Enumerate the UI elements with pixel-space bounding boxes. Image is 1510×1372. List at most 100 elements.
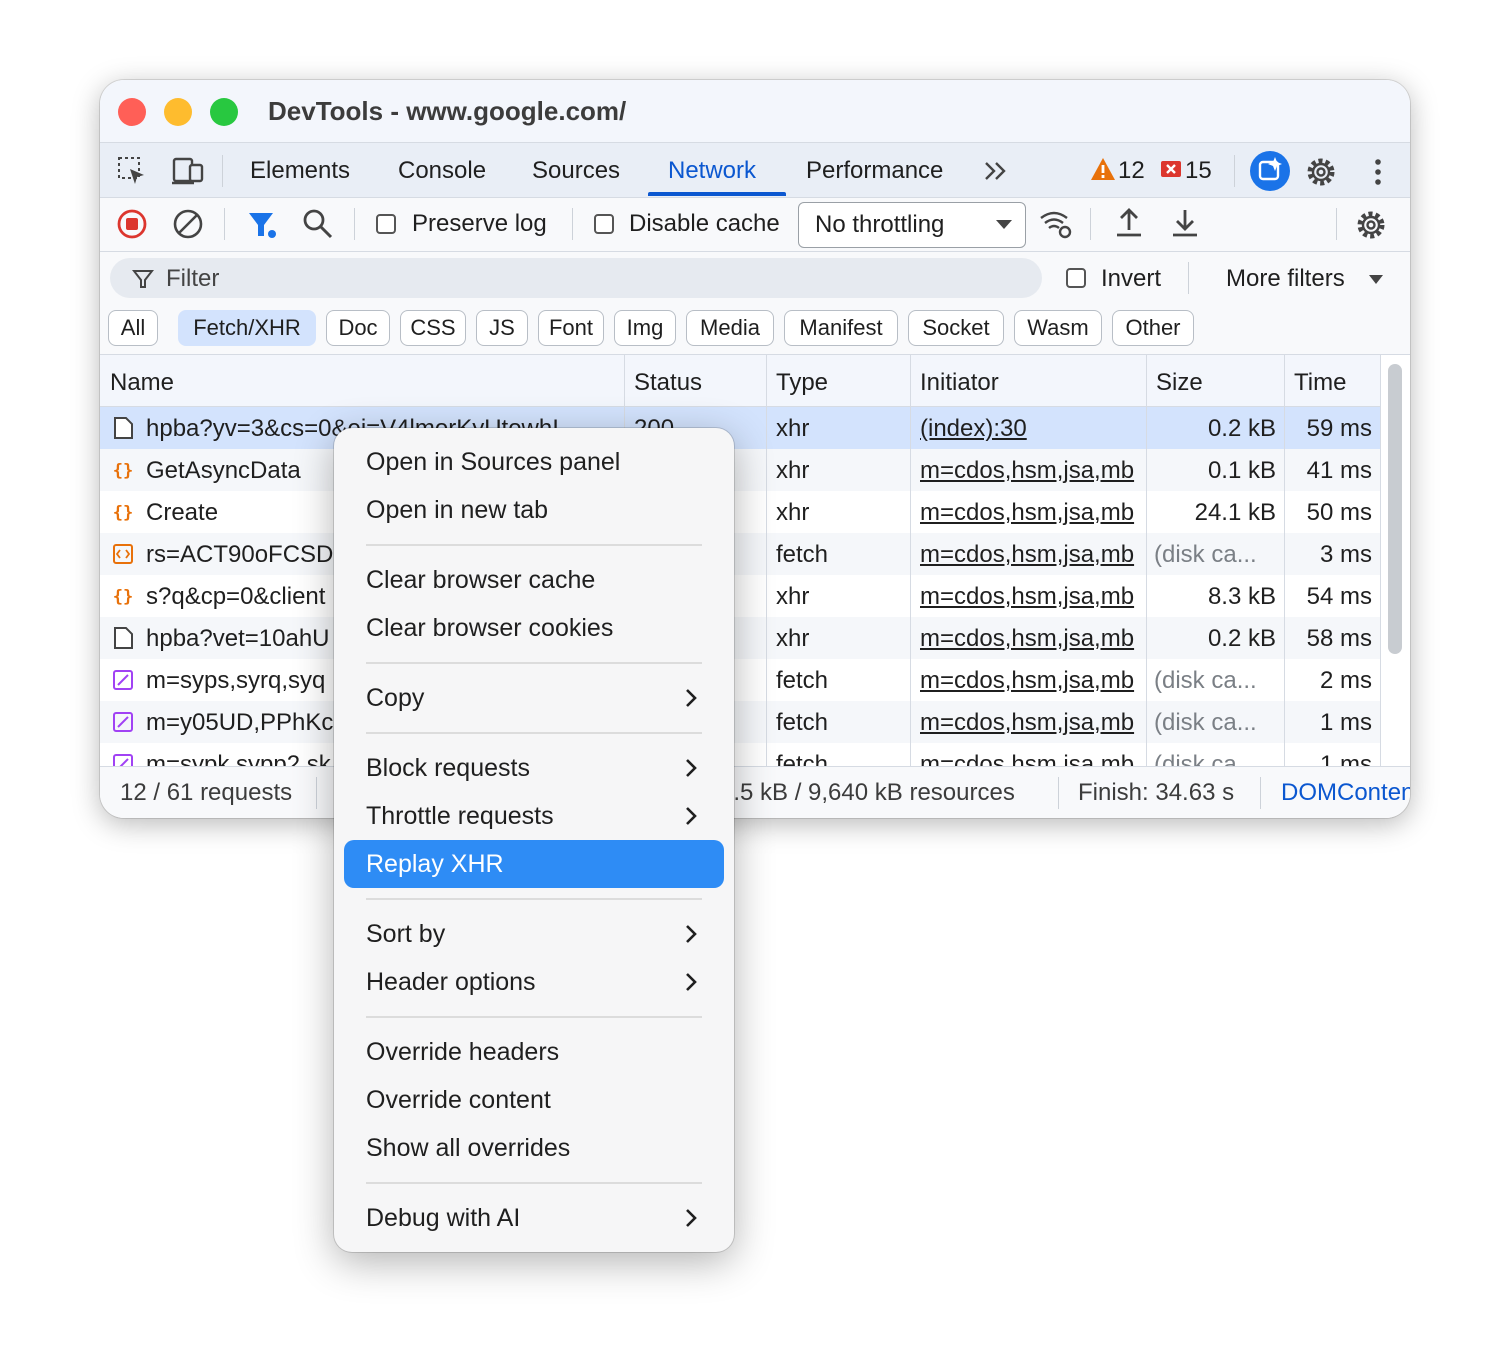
error-count[interactable]: 15 bbox=[1185, 157, 1212, 185]
table-row[interactable]: rs=ACT90oFCSD fetch m=cdos,hsm,jsa,mb (disk… bbox=[100, 533, 1380, 575]
table-row[interactable]: hpba?yv=3&cs=0&ei=V4lmorKyUtowhI200xhr(i… bbox=[100, 407, 1380, 449]
request-initiator[interactable]: m=cdos,hsm,jsa,mb bbox=[920, 541, 1146, 569]
inspect-element-icon[interactable] bbox=[116, 155, 148, 187]
column-type[interactable]: Type bbox=[776, 369, 828, 397]
stop-recording-icon[interactable] bbox=[116, 208, 148, 240]
tab-performance[interactable]: Performance bbox=[806, 157, 943, 185]
filter-chip-font[interactable]: Font bbox=[538, 310, 604, 346]
device-toolbar-icon[interactable] bbox=[170, 155, 206, 187]
menu-debug-with-ai[interactable]: Debug with AI bbox=[366, 1204, 520, 1233]
menu-header-options[interactable]: Header options bbox=[366, 968, 536, 997]
table-row[interactable]: {} Create xhr m=cdos,hsm,jsa,mb 24.1 kB 50 ms bbox=[100, 491, 1380, 533]
request-initiator[interactable]: m=cdos,hsm,jsa,mb bbox=[920, 667, 1146, 695]
preserve-log-checkbox[interactable] bbox=[376, 214, 396, 234]
table-row[interactable]: m=y05UD,PPhKc fetch m=cdos,hsm,jsa,mb (disk… bbox=[100, 701, 1380, 743]
request-initiator[interactable]: (index):30 bbox=[920, 415, 1146, 443]
menu-block-requests[interactable]: Block requests bbox=[366, 754, 530, 783]
request-time: 2 ms bbox=[1319, 667, 1372, 694]
tab-console[interactable]: Console bbox=[398, 157, 486, 185]
filter-chip-fetch-xhr[interactable]: Fetch/XHR bbox=[178, 310, 316, 346]
filter-chip-img[interactable]: Img bbox=[614, 310, 676, 346]
ai-assistance-icon[interactable] bbox=[1248, 149, 1292, 193]
request-initiator[interactable]: m=cdos,hsm,jsa,mb bbox=[920, 457, 1146, 485]
menu-open-in-sources[interactable]: Open in Sources panel bbox=[366, 448, 620, 477]
filter-funnel-icon[interactable] bbox=[246, 208, 280, 242]
throttling-select[interactable]: No throttling bbox=[798, 202, 1026, 248]
filter-chip-media[interactable]: Media bbox=[686, 310, 774, 346]
column-time[interactable]: Time bbox=[1294, 369, 1346, 397]
request-initiator[interactable]: m=cdos,hsm,jsa,mb bbox=[920, 499, 1146, 527]
more-tabs-icon[interactable] bbox=[982, 159, 1010, 183]
menu-sort-by[interactable]: Sort by bbox=[366, 920, 445, 949]
request-size: 8.3 kB bbox=[1207, 583, 1276, 610]
request-size: (disk ca... bbox=[1154, 541, 1257, 568]
export-har-icon[interactable] bbox=[1170, 206, 1200, 240]
filter-chip-manifest[interactable]: Manifest bbox=[784, 310, 898, 346]
menu-throttle-requests[interactable]: Throttle requests bbox=[366, 802, 554, 831]
toolbar-separator bbox=[354, 208, 355, 240]
tab-network[interactable]: Network bbox=[668, 157, 756, 185]
resources-size: 2.5 kB / 9,640 kB resources bbox=[720, 779, 1015, 806]
menu-replay-xhr[interactable]: Replay XHR bbox=[366, 850, 504, 879]
menu-open-in-new-tab[interactable]: Open in new tab bbox=[366, 496, 548, 525]
menu-separator bbox=[366, 732, 702, 734]
filter-chip-socket[interactable]: Socket bbox=[908, 310, 1004, 346]
filter-chip-all[interactable]: All bbox=[108, 310, 158, 346]
more-filters-dropdown-icon[interactable] bbox=[1368, 274, 1384, 286]
invert-checkbox[interactable] bbox=[1066, 268, 1086, 288]
request-initiator[interactable]: m=cdos,hsm,jsa,mb bbox=[920, 583, 1146, 611]
more-filters-button[interactable]: More filters bbox=[1226, 265, 1345, 293]
column-initiator[interactable]: Initiator bbox=[920, 369, 999, 397]
disable-cache-checkbox[interactable] bbox=[594, 214, 614, 234]
network-settings-gear-icon[interactable] bbox=[1354, 208, 1388, 242]
warning-icon[interactable] bbox=[1090, 157, 1116, 181]
warning-count[interactable]: 12 bbox=[1118, 157, 1145, 185]
request-initiator[interactable]: m=cdos,hsm,jsa,mb bbox=[920, 709, 1146, 737]
filter-chip-other[interactable]: Other bbox=[1112, 310, 1194, 346]
close-window-button[interactable] bbox=[118, 98, 146, 126]
column-size[interactable]: Size bbox=[1156, 369, 1203, 397]
xhr-braces-icon: {} bbox=[113, 587, 133, 607]
table-row[interactable]: m=syps,syrq,syq fetch m=cdos,hsm,jsa,mb (di… bbox=[100, 659, 1380, 701]
tab-elements[interactable]: Elements bbox=[250, 157, 350, 185]
tab-sources[interactable]: Sources bbox=[532, 157, 620, 185]
minimize-window-button[interactable] bbox=[164, 98, 192, 126]
filter-input[interactable]: Filter bbox=[110, 258, 1042, 298]
request-size: 0.1 kB bbox=[1207, 457, 1276, 484]
svg-text:{}: {} bbox=[113, 587, 133, 607]
menu-override-headers[interactable]: Override headers bbox=[366, 1038, 559, 1067]
menu-show-all-overrides[interactable]: Show all overrides bbox=[366, 1134, 570, 1163]
filter-chip-js[interactable]: JS bbox=[476, 310, 528, 346]
import-har-icon[interactable] bbox=[1114, 206, 1144, 240]
zoom-window-button[interactable] bbox=[210, 98, 238, 126]
table-scrollbar[interactable] bbox=[1388, 364, 1402, 654]
column-divider bbox=[766, 355, 767, 767]
filter-chip-css[interactable]: CSS bbox=[400, 310, 466, 346]
filter-chip-wasm[interactable]: Wasm bbox=[1014, 310, 1102, 346]
menu-separator bbox=[366, 1182, 702, 1184]
menu-copy[interactable]: Copy bbox=[366, 684, 424, 713]
svg-text:{}: {} bbox=[113, 503, 133, 523]
search-icon[interactable] bbox=[302, 208, 334, 240]
submenu-chevron-icon bbox=[686, 759, 697, 777]
more-options-icon[interactable] bbox=[1368, 157, 1388, 187]
table-row[interactable]: {} s?q&cp=0&client xhr m=cdos,hsm,jsa,mb 8.3… bbox=[100, 575, 1380, 617]
request-initiator[interactable]: m=cdos,hsm,jsa,mb bbox=[920, 625, 1146, 653]
error-icon[interactable] bbox=[1160, 159, 1184, 181]
column-divider bbox=[1284, 355, 1285, 767]
menu-clear-browser-cookies[interactable]: Clear browser cookies bbox=[366, 614, 613, 643]
settings-gear-icon[interactable] bbox=[1304, 155, 1338, 189]
clear-log-icon[interactable] bbox=[172, 208, 204, 240]
table-row[interactable]: {} GetAsyncData xhr m=cdos,hsm,jsa,mb 0.1 kB… bbox=[100, 449, 1380, 491]
menu-clear-browser-cache[interactable]: Clear browser cache bbox=[366, 566, 595, 595]
menu-override-content[interactable]: Override content bbox=[366, 1086, 551, 1115]
menu-separator bbox=[366, 1016, 702, 1018]
request-type: xhr bbox=[776, 415, 810, 442]
context-menu: Open in Sources panel Open in new tab Cl… bbox=[334, 428, 734, 1252]
filter-chip-doc[interactable]: Doc bbox=[326, 310, 390, 346]
table-row[interactable]: hpba?vet=10ahU xhr m=cdos,hsm,jsa,mb 0.2 kB… bbox=[100, 617, 1380, 659]
network-conditions-icon[interactable] bbox=[1038, 208, 1074, 240]
request-size: 24.1 kB bbox=[1194, 499, 1276, 526]
column-name[interactable]: Name bbox=[110, 369, 174, 397]
column-status[interactable]: Status bbox=[634, 369, 702, 397]
